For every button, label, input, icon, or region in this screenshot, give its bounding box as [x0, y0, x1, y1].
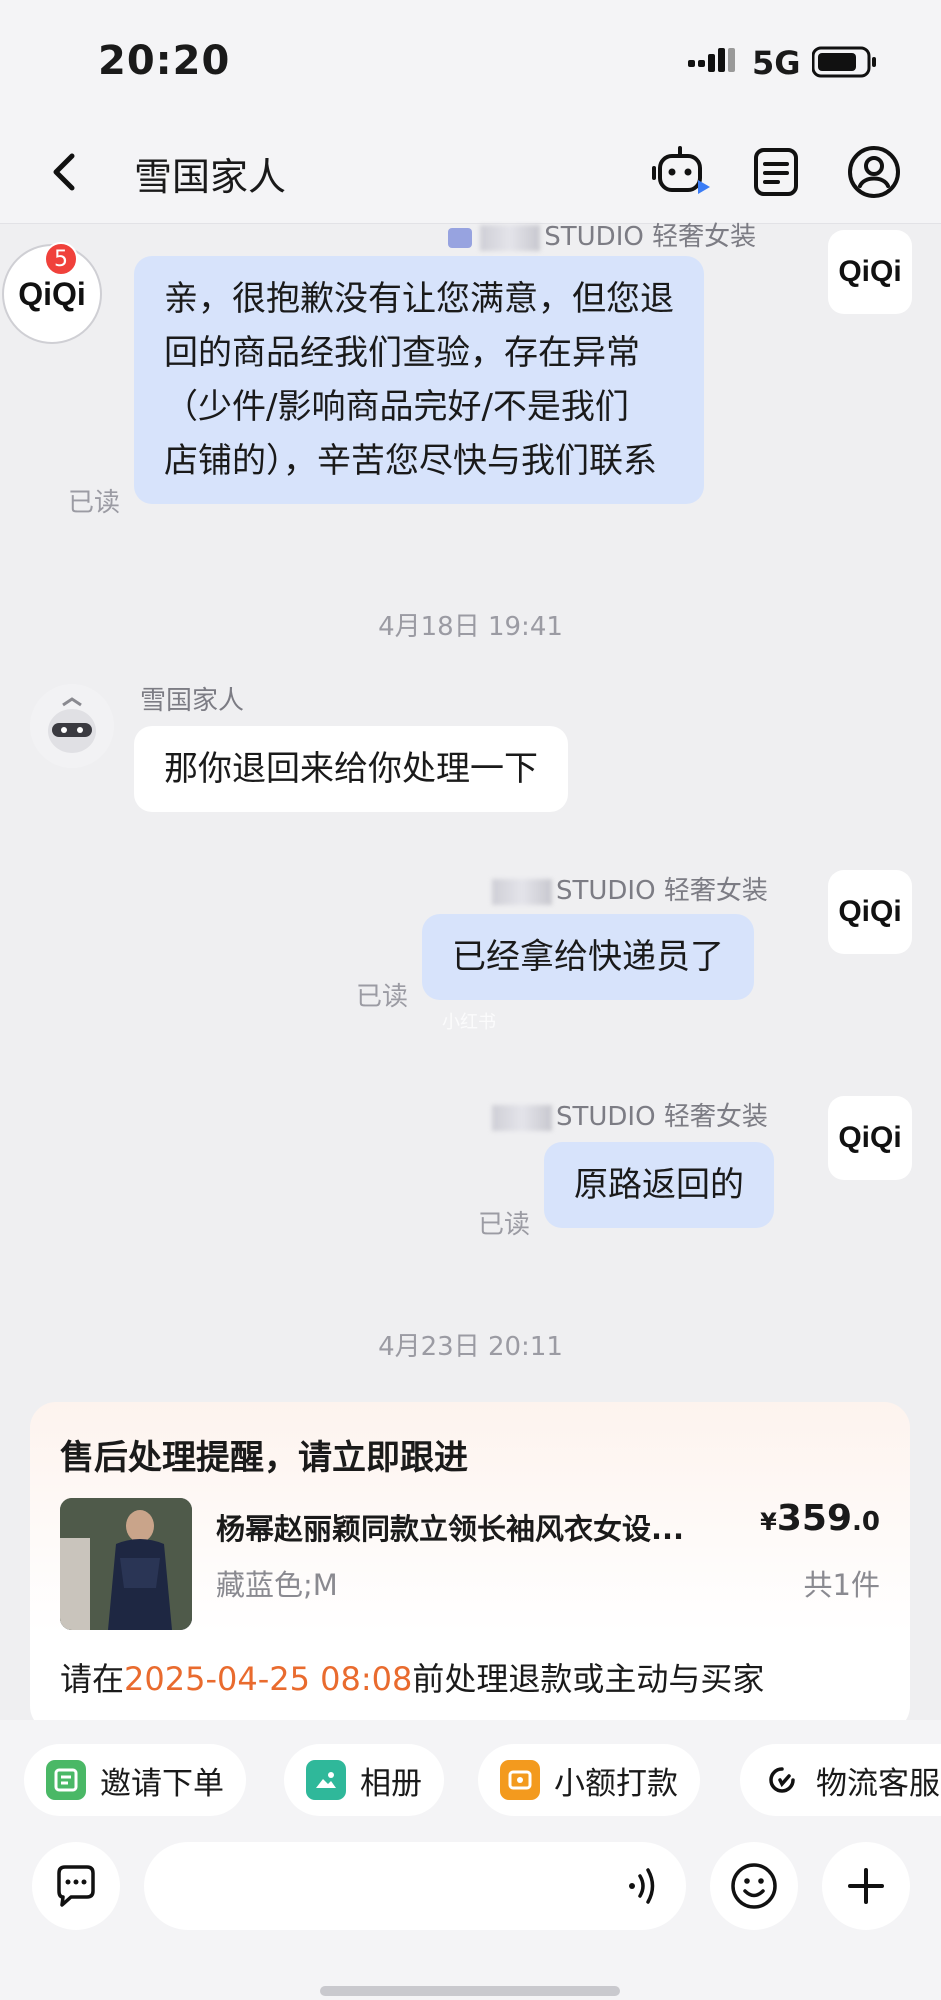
logistics-service-icon [762, 1760, 802, 1800]
timestamp: 4月23日 20:11 [378, 1332, 563, 1362]
blurred-name [492, 1104, 552, 1131]
voice-icon[interactable] [624, 1864, 664, 1908]
product-spec: 藏蓝色;M [216, 1568, 338, 1602]
customer-avatar[interactable] [30, 684, 114, 768]
product-quantity: 共1件 [803, 1568, 880, 1602]
product-name[interactable]: 杨幂赵丽颖同款立领长袖风衣女设... [216, 1506, 736, 1548]
message-sender: STUDIO 轻奢女装 [492, 870, 768, 907]
status-time: 20:20 [98, 38, 231, 84]
more-button[interactable] [822, 1842, 910, 1930]
quick-reply-button[interactable] [32, 1842, 120, 1930]
blurred-name [492, 878, 552, 905]
plus-icon [848, 1868, 884, 1904]
chat-header: 雪国家人 [0, 120, 941, 224]
product-price: ¥359.0 [760, 1498, 880, 1539]
aftersale-reminder-card[interactable]: 售后处理提醒，请立即跟进 杨幂赵丽颖同款立领长袖风衣女设... ¥359.0 藏… [30, 1402, 910, 1732]
watermark: 小红书 [442, 1012, 496, 1033]
read-status: 已读 [68, 488, 121, 518]
message-bubble-incoming[interactable]: 那你退回来给你处理一下 [134, 726, 568, 812]
chat-bubble-icon [57, 1865, 95, 1907]
small-payment-chip[interactable]: 小额打款 [478, 1744, 700, 1816]
shop-avatar[interactable]: QiQi [828, 230, 912, 314]
network-label: 5G [752, 44, 801, 82]
shop-avatar[interactable]: QiQi [828, 870, 912, 954]
album-icon [306, 1760, 346, 1800]
message-sender: STUDIO 轻奢女装 [492, 1096, 768, 1133]
invite-order-icon [46, 1760, 86, 1800]
deadline-time: 2025-04-25 08:08 [124, 1660, 413, 1698]
ninja-avatar-icon [48, 697, 96, 753]
order-list-icon[interactable] [744, 140, 808, 204]
home-indicator[interactable] [320, 1986, 620, 1996]
card-body-text: 请在2025-04-25 08:08前处理退款或主动与买家 [60, 1660, 765, 1698]
battery-icon [812, 46, 876, 78]
chat-title: 雪国家人 [134, 155, 287, 199]
invite-order-chip[interactable]: 邀请下单 [24, 1744, 246, 1816]
read-status: 已读 [478, 1210, 531, 1240]
unread-badge: 5 [44, 242, 78, 276]
message-bubble-outgoing[interactable]: 亲，很抱歉没有让您满意，但您退 回的商品经我们查验，存在异常 （少件/影响商品完… [134, 256, 704, 504]
timestamp: 4月18日 19:41 [378, 612, 563, 642]
message-bubble-outgoing[interactable]: 已经拿给快递员了 [422, 914, 754, 1000]
message-bubble-outgoing[interactable]: 原路返回的 [544, 1142, 774, 1228]
signal-icon [688, 48, 735, 72]
small-payment-icon [500, 1760, 540, 1800]
input-panel: 邀请下单 相册 小额打款 物流客服 [0, 1720, 941, 2000]
status-bar: 20:20 5G [0, 0, 941, 120]
logistics-service-chip[interactable]: 物流客服 [740, 1744, 941, 1816]
emoji-button[interactable] [710, 1842, 798, 1930]
profile-icon[interactable] [842, 140, 906, 204]
product-image[interactable] [60, 1498, 192, 1630]
blurred-name [480, 224, 541, 251]
card-title: 售后处理提醒，请立即跟进 [60, 1438, 468, 1478]
back-icon[interactable] [36, 142, 96, 202]
message-sender: 雪国家人 [140, 686, 245, 716]
album-chip[interactable]: 相册 [284, 1744, 444, 1816]
read-status: 已读 [356, 982, 409, 1012]
emoji-icon [731, 1863, 777, 1909]
ai-assistant-icon[interactable] [650, 140, 714, 204]
message-sender: STUDIO 轻奢女装 [448, 216, 756, 253]
message-input[interactable] [144, 1842, 686, 1930]
shop-avatar[interactable]: QiQi [828, 1096, 912, 1180]
